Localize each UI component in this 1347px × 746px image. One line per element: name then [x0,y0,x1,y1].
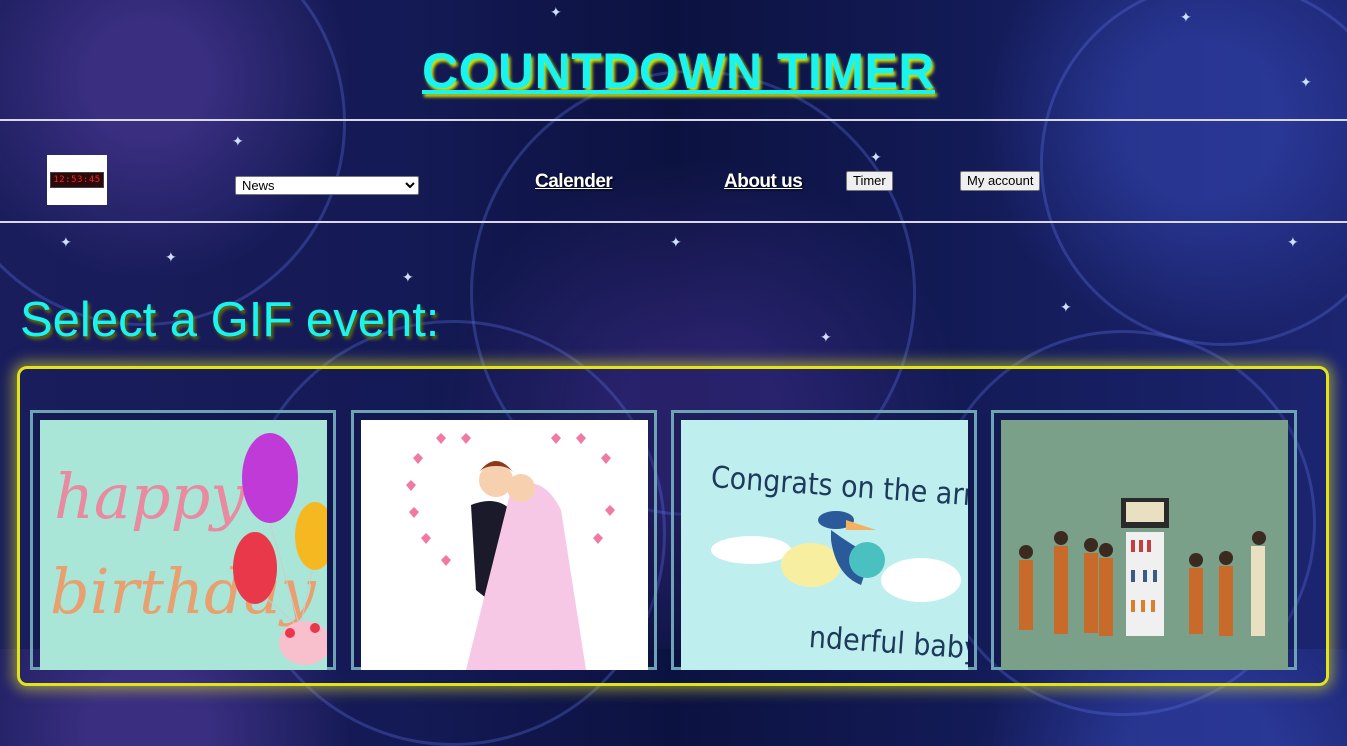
logo-clock-readout: 12:53:45 [50,172,104,188]
people-bookshelf-icon [1019,498,1266,636]
about-us-link[interactable]: About us [724,171,803,193]
site-title: COUNTDOWN TIMER [422,43,935,99]
calender-link[interactable]: Calender [535,171,613,193]
nav-bar: 12:53:45 [0,119,1347,223]
balloons-icon [233,433,327,665]
birthday-gif[interactable]: happy birthday [40,420,327,670]
site-header: COUNTDOWN TIMER [0,0,1347,119]
my-account-button[interactable]: My account [960,171,1041,191]
gif-card-baby[interactable]: Congrats on the arrival nderful baby [671,410,977,670]
wedding-couple-icon [406,433,615,670]
gif-card-people[interactable] [991,410,1297,670]
news-dropdown[interactable]: News [235,176,419,195]
select-gif-heading: Select a GIF event: [20,293,440,347]
stork-icon [711,511,961,602]
baby-arrival-gif[interactable]: Congrats on the arrival nderful baby [681,420,968,670]
timer-button[interactable]: Timer [846,171,893,191]
people-gif[interactable] [1001,420,1288,670]
wedding-gif[interactable] [361,420,648,670]
gif-card-birthday[interactable]: happy birthday [30,410,336,670]
baby-caption-wonderful: nderful baby [807,620,968,667]
birthday-caption-happy: happy [54,460,246,533]
digital-clock-logo[interactable]: 12:53:45 [47,155,107,205]
gif-card-wedding[interactable] [351,410,657,670]
